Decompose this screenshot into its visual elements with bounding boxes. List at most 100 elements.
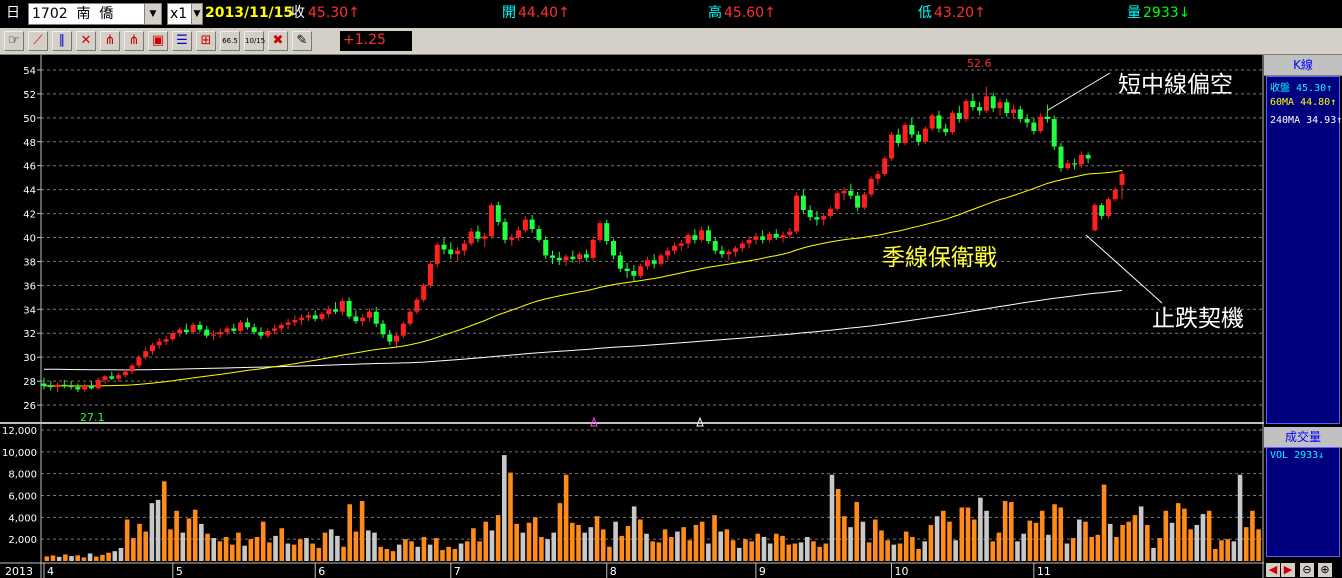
volume-bar bbox=[1157, 538, 1162, 561]
gann-icon[interactable]: ⊞ bbox=[196, 31, 216, 51]
candle-body bbox=[95, 379, 101, 389]
volume-bar bbox=[192, 509, 198, 561]
volume-bar bbox=[310, 543, 315, 561]
volume-bar bbox=[940, 510, 946, 561]
month-label: 11 bbox=[1037, 565, 1051, 578]
candle-body bbox=[875, 174, 881, 179]
price-tick-label: 40 bbox=[23, 234, 36, 245]
candle-body bbox=[427, 263, 433, 286]
volume-bar bbox=[458, 543, 464, 561]
delete-icon[interactable]: ✖ bbox=[268, 31, 288, 51]
symbol-select[interactable]: 1702 南 僑 ▼ bbox=[28, 3, 162, 25]
ratio-66-5-icon[interactable]: 66.5 bbox=[220, 31, 240, 51]
horizontal-lines-icon[interactable]: ☰ bbox=[172, 31, 192, 51]
zoom-in-icon[interactable]: ⊕ bbox=[1318, 563, 1332, 577]
volume-bar bbox=[706, 543, 711, 561]
open-value: 44.40↑ bbox=[518, 5, 570, 21]
volume-bar bbox=[403, 539, 408, 561]
volume-bar bbox=[131, 538, 136, 561]
candle bbox=[902, 122, 908, 146]
price-tick-label: 50 bbox=[23, 114, 36, 125]
candle bbox=[604, 219, 610, 245]
volume-bar bbox=[93, 556, 99, 561]
candle-body bbox=[509, 237, 515, 240]
trendline-icon[interactable]: ⟋ bbox=[28, 31, 48, 51]
candle-body bbox=[855, 195, 861, 208]
volume-bar bbox=[124, 519, 130, 561]
pen-icon[interactable]: ✎ bbox=[292, 31, 312, 51]
volume-bar bbox=[1145, 524, 1150, 561]
volume-bar bbox=[452, 548, 458, 561]
close-value: 45.30↑ bbox=[308, 5, 360, 21]
volume-bar bbox=[761, 536, 767, 561]
candle-body bbox=[1038, 116, 1044, 131]
candle bbox=[889, 132, 894, 161]
volume-bar bbox=[526, 522, 532, 561]
chevron-down-icon[interactable]: ▼ bbox=[191, 4, 202, 24]
cross-line-icon[interactable]: ✕ bbox=[76, 31, 96, 51]
scroll-right-icon[interactable]: ▶ bbox=[1281, 563, 1295, 577]
zoom-out-icon[interactable]: ⊖ bbox=[1300, 563, 1314, 577]
volume-bar bbox=[1175, 503, 1181, 561]
volume-bar bbox=[607, 546, 612, 561]
volume-bar bbox=[693, 524, 699, 561]
legend-panel: K線 收盤 45.30↑ 60MA 44.80↑ 240MA 34.93↑ 成交… bbox=[1264, 55, 1342, 578]
volume-bar bbox=[44, 556, 50, 561]
candle-body bbox=[1058, 146, 1064, 169]
candle-body bbox=[109, 376, 115, 379]
candle bbox=[861, 192, 867, 210]
volume-bar bbox=[489, 530, 495, 561]
candle-body bbox=[807, 209, 813, 218]
volume-bar bbox=[1033, 522, 1039, 561]
price-tick-label: 38 bbox=[23, 257, 36, 268]
candle-body bbox=[692, 235, 698, 240]
volume-label: 量 bbox=[1127, 5, 1141, 21]
volume-bar bbox=[557, 503, 563, 561]
price-tick-label: 48 bbox=[23, 138, 36, 149]
price-panel-title: K線 bbox=[1264, 55, 1342, 76]
volume-bar bbox=[916, 548, 921, 561]
candle-body bbox=[177, 329, 183, 334]
parallel-line-icon[interactable]: ∥ bbox=[52, 31, 72, 51]
candle-body bbox=[278, 324, 284, 329]
multiplier-select[interactable]: x1 ▼ bbox=[167, 3, 203, 25]
candle-body bbox=[448, 249, 454, 255]
candle-body bbox=[956, 113, 962, 120]
price-tick-label: 54 bbox=[23, 66, 36, 77]
candle-body bbox=[800, 195, 806, 210]
box-icon[interactable]: ▣ bbox=[148, 31, 168, 51]
candle-body bbox=[102, 376, 108, 380]
candle-body bbox=[61, 384, 67, 386]
candle bbox=[882, 156, 888, 177]
candle-body bbox=[495, 205, 501, 222]
volume-bar bbox=[118, 547, 124, 561]
volume-bar bbox=[335, 535, 340, 561]
volume-tick-label: 6,000 bbox=[8, 492, 37, 503]
volume-bar bbox=[174, 510, 179, 561]
candle-body bbox=[889, 134, 894, 159]
candle-body bbox=[943, 128, 949, 133]
candle-body bbox=[583, 254, 589, 258]
candle-body bbox=[922, 128, 928, 142]
candle-body bbox=[834, 193, 840, 209]
date-10-15-icon[interactable]: 10/15 bbox=[244, 31, 265, 51]
volume-bar bbox=[724, 529, 730, 561]
volume-bar bbox=[842, 516, 847, 561]
price-tick-label: 26 bbox=[23, 401, 36, 412]
candle-body bbox=[604, 223, 610, 242]
volume-value: 2933↓ bbox=[1143, 5, 1191, 21]
scroll-left-icon[interactable]: ◀ bbox=[1266, 563, 1280, 577]
fibonacci-fan-icon[interactable]: ⋔ bbox=[124, 31, 144, 51]
price-tick-label: 44 bbox=[23, 186, 36, 197]
candle bbox=[407, 309, 413, 327]
fan-icon[interactable]: ⋔ bbox=[100, 31, 120, 51]
candle-body bbox=[299, 317, 305, 321]
candle bbox=[950, 110, 956, 135]
legend-volume: VOL 2933↓ bbox=[1270, 450, 1325, 461]
chevron-down-icon[interactable]: ▼ bbox=[144, 4, 161, 24]
price-volume-chart[interactable]: 26283032343638404244464850525412,00010,0… bbox=[0, 55, 1264, 578]
volume-bar bbox=[984, 510, 989, 561]
pointer-icon[interactable]: ☞ bbox=[4, 31, 24, 51]
candle-body bbox=[68, 385, 74, 388]
period-label[interactable]: 日 bbox=[6, 4, 20, 22]
